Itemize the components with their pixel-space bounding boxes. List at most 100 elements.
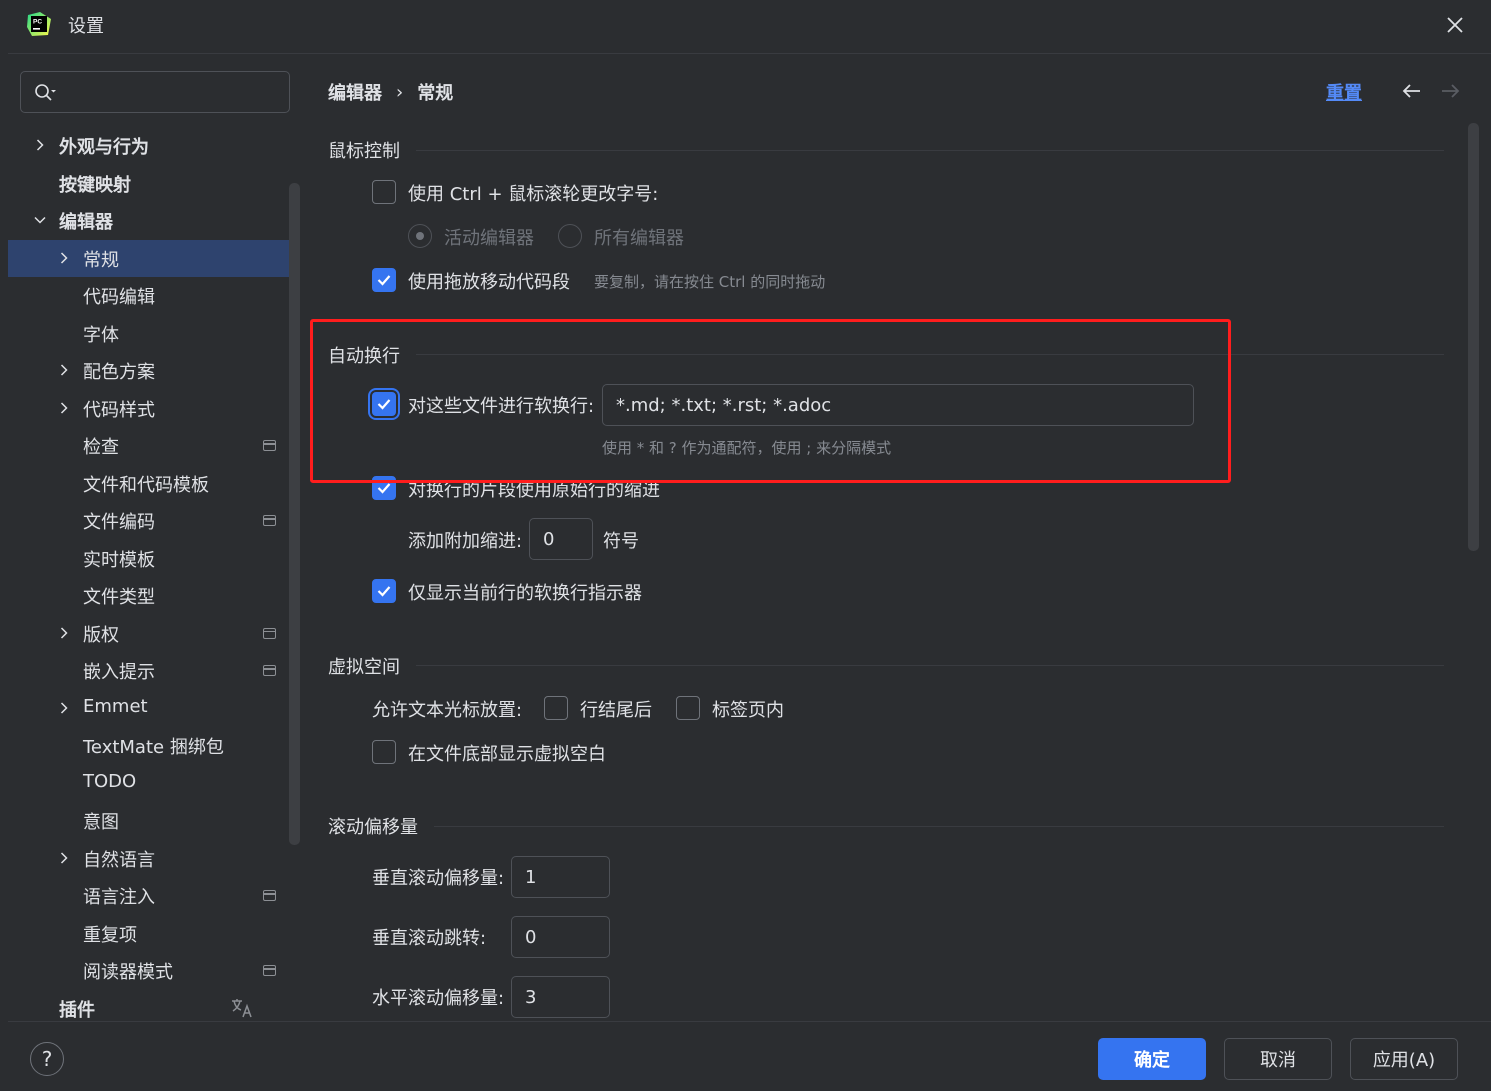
vertical-jump-input[interactable]	[511, 916, 610, 958]
sidebar-item[interactable]: 版权	[8, 615, 300, 652]
sidebar-item[interactable]: 语言注入	[8, 877, 300, 914]
sidebar-item-label: 检查	[83, 437, 119, 458]
drag-drop-label: 使用拖放移动代码段	[408, 272, 570, 293]
sidebar-item[interactable]: 常规	[8, 239, 300, 277]
chevron-right-icon[interactable]	[58, 364, 70, 376]
project-scope-icon	[263, 890, 276, 901]
chevron-down-icon[interactable]	[34, 214, 46, 226]
breadcrumb-separator: ›	[396, 81, 404, 103]
current-line-indicator-label: 仅显示当前行的软换行指示器	[408, 583, 642, 604]
ctrl-wheel-checkbox[interactable]	[372, 180, 396, 204]
sidebar-item-label: 自然语言	[83, 849, 155, 871]
settings-search-input[interactable]	[63, 78, 279, 106]
checkmark-icon	[377, 399, 391, 410]
apply-button[interactable]: 应用(A)	[1350, 1038, 1458, 1080]
sidebar-item[interactable]: 检查	[8, 427, 300, 464]
project-scope-icon	[263, 665, 276, 676]
sidebar-item[interactable]: TODO	[8, 765, 300, 802]
chevron-right-icon[interactable]	[58, 851, 70, 864]
sidebar-item[interactable]: 文件类型	[8, 577, 300, 614]
ok-button[interactable]: 确定	[1098, 1038, 1206, 1080]
sidebar-item[interactable]: 外观与行为	[8, 127, 300, 164]
sidebar-item[interactable]: 重复项	[8, 915, 300, 952]
horizontal-offset-input[interactable]	[511, 976, 610, 1018]
sidebar-item-label: 按键映射	[59, 174, 131, 196]
all-editors-radio	[558, 224, 582, 248]
active-editor-label: 活动编辑器	[444, 228, 534, 249]
sidebar-item[interactable]: 嵌入提示	[8, 652, 300, 689]
close-icon[interactable]	[1440, 10, 1470, 40]
sidebar-item[interactable]: 字体	[8, 315, 300, 352]
sidebar-item-label: 意图	[83, 812, 119, 833]
soft-wrap-files-checkbox[interactable]	[372, 392, 396, 416]
sidebar-item-label: 编辑器	[59, 212, 113, 233]
cancel-button[interactable]: 取消	[1224, 1038, 1332, 1080]
breadcrumb-item-general: 常规	[417, 83, 454, 104]
all-editors-label: 所有编辑器	[594, 228, 684, 249]
sidebar-item[interactable]: 插件	[8, 990, 300, 1022]
sidebar-item[interactable]: 阅读器模式	[8, 952, 300, 989]
help-button[interactable]: ?	[30, 1042, 64, 1076]
sidebar-item-label: 外观与行为	[59, 137, 149, 158]
sidebar-item-label: 常规	[83, 249, 119, 271]
sidebar-item-label: 插件	[59, 999, 95, 1021]
virtual-space-bottom-checkbox[interactable]	[372, 740, 396, 764]
after-line-end-checkbox[interactable]	[544, 696, 568, 720]
drag-drop-hint: 要复制，请在按住 Ctrl 的同时拖动	[594, 273, 826, 291]
checkmark-icon	[377, 483, 391, 494]
sidebar-item-label: 文件编码	[83, 512, 155, 533]
arrow-right-icon[interactable]	[1438, 81, 1462, 101]
current-line-indicator-checkbox[interactable]	[372, 579, 396, 603]
use-original-indent-checkbox[interactable]	[372, 476, 396, 500]
arrow-left-icon[interactable]	[1400, 81, 1424, 101]
project-scope-icon	[263, 515, 276, 526]
chevron-right-icon[interactable]	[58, 251, 70, 264]
project-scope-icon	[263, 965, 276, 976]
sidebar-item-label: 重复项	[83, 924, 137, 946]
soft-wrap-files-input[interactable]	[602, 384, 1194, 426]
vertical-offset-input[interactable]	[511, 856, 610, 898]
extra-indent-input[interactable]	[529, 518, 593, 560]
sidebar-item[interactable]: 编辑器	[8, 202, 300, 239]
extra-indent-label: 添加附加缩进:	[408, 531, 523, 552]
vertical-offset-label: 垂直滚动偏移量:	[372, 868, 505, 889]
after-line-end-label: 行结尾后	[580, 700, 652, 721]
sidebar-item-label: 版权	[83, 624, 119, 646]
chevron-right-icon[interactable]	[58, 701, 70, 714]
sidebar-item[interactable]: 代码样式	[8, 390, 300, 427]
soft-wrap-files-label: 对这些文件进行软换行:	[408, 396, 595, 417]
sidebar-item[interactable]: 自然语言	[8, 840, 300, 877]
reset-link[interactable]: 重置	[1326, 79, 1362, 105]
chevron-right-icon[interactable]	[58, 401, 70, 414]
inside-tabs-checkbox[interactable]	[676, 696, 700, 720]
chevron-right-icon[interactable]	[34, 139, 46, 151]
dialog-title: 设置	[68, 16, 104, 37]
section-title-virtual-space: 虚拟空间	[328, 657, 400, 678]
sidebar-item-label: TextMate 捆绑包	[83, 737, 224, 758]
sidebar-item[interactable]: 文件和代码模板	[8, 465, 300, 502]
sidebar-scrollbar[interactable]	[289, 183, 300, 845]
settings-search-box[interactable]	[20, 71, 290, 113]
content-scrollbar[interactable]	[1468, 123, 1479, 551]
section-divider	[434, 826, 1444, 827]
section-title-soft-wrap: 自动换行	[328, 346, 400, 367]
sidebar-item-label: 阅读器模式	[83, 962, 173, 983]
horizontal-offset-label: 水平滚动偏移量:	[372, 988, 505, 1009]
sidebar-item[interactable]: TextMate 捆绑包	[8, 727, 300, 764]
sidebar-item[interactable]: 实时模板	[8, 540, 300, 577]
sidebar-item-label: 代码编辑	[83, 287, 155, 308]
sidebar-item[interactable]: 意图	[8, 802, 300, 839]
breadcrumb-item-editor[interactable]: 编辑器	[328, 79, 382, 105]
sidebar-item[interactable]: 按键映射	[8, 165, 300, 202]
pycharm-logo-icon: PC	[27, 12, 51, 36]
search-icon	[35, 84, 56, 101]
ctrl-wheel-label: 使用 Ctrl + 鼠标滚轮更改字号:	[408, 184, 659, 205]
chevron-right-icon[interactable]	[58, 626, 70, 639]
drag-drop-checkbox[interactable]	[372, 268, 396, 292]
sidebar-item[interactable]: Emmet	[8, 690, 300, 727]
sidebar-item[interactable]: 代码编辑	[8, 277, 300, 314]
translate-icon[interactable]	[230, 997, 254, 1019]
sidebar-item[interactable]: 配色方案	[8, 352, 300, 389]
section-divider	[416, 354, 1444, 355]
sidebar-item[interactable]: 文件编码	[8, 502, 300, 539]
